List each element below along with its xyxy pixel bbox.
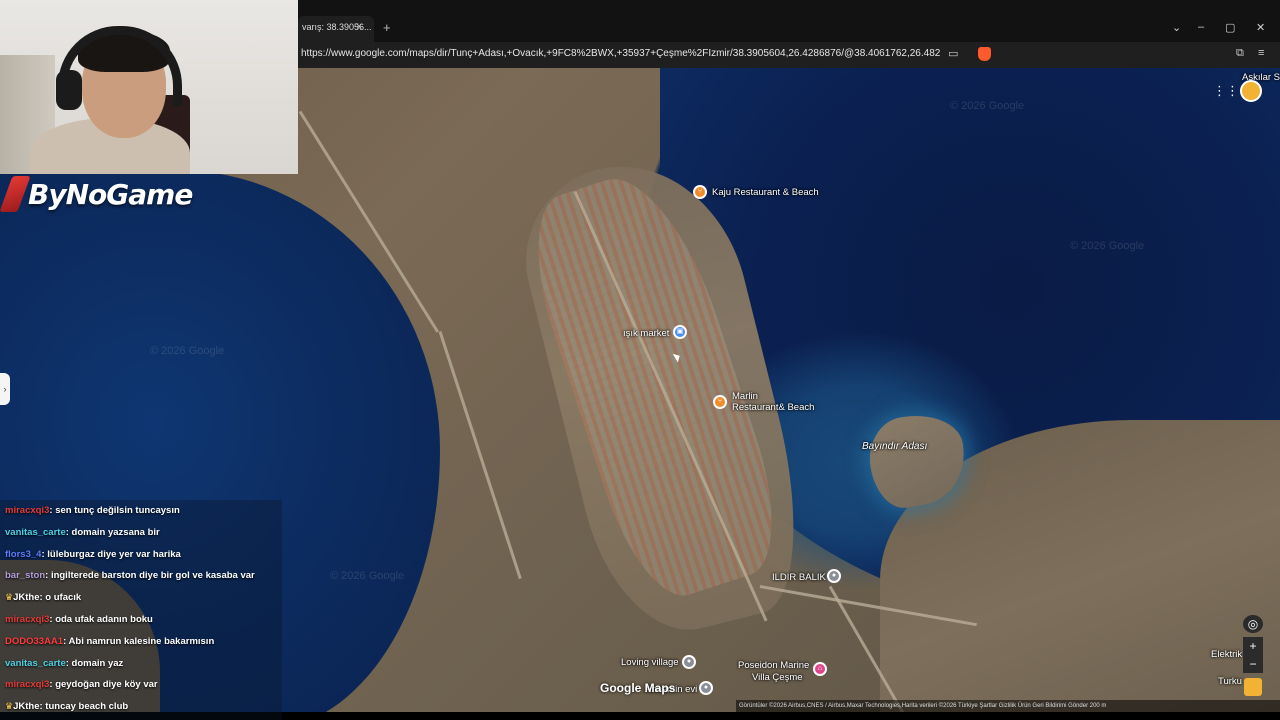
zoom-in-button[interactable]: +	[1243, 637, 1263, 655]
screen-cast-icon[interactable]: ▭	[948, 47, 958, 60]
tab-list-dropdown-icon[interactable]: ⌄	[1172, 21, 1181, 34]
profile-avatar[interactable]	[1240, 80, 1262, 102]
street-view-pegman-icon[interactable]	[1244, 678, 1262, 696]
chat-message: vanitas_carte: domain yaz	[0, 653, 282, 675]
chat-text: lüleburgaz diye yer var harika	[47, 548, 181, 560]
chat-text: sen tunç değilsin tuncaysın	[55, 505, 180, 516]
google-maps-logo: Google Maps	[600, 681, 676, 695]
chat-text: ingilterede barston diye bir gol ve kasa…	[50, 570, 255, 582]
chat-text: tuncay beach club	[45, 701, 129, 713]
chat-username[interactable]: DODO33AA1	[5, 636, 63, 647]
crown-badge-icon: ♛	[5, 592, 14, 603]
maximize-button[interactable]: ▢	[1225, 21, 1235, 34]
brave-shield-icon[interactable]	[978, 47, 991, 61]
chat-username[interactable]: miracxqi3	[5, 505, 49, 516]
side-panel-handle[interactable]: ›	[0, 373, 10, 405]
place-pin-icon[interactable]: ●	[699, 681, 713, 695]
url-field[interactable]: https://www.google.com/maps/dir/Tunç+Ada…	[301, 48, 941, 59]
place-label-turku[interactable]: Turku	[1218, 676, 1242, 687]
restaurant-pin-icon[interactable]: ⑂	[693, 185, 707, 199]
shopping-pin-icon[interactable]: ▣	[673, 325, 687, 339]
chat-message: ♛JKthe: o ufacık	[0, 587, 282, 609]
crown-badge-icon: ♛	[5, 701, 14, 712]
restaurant-pin-icon[interactable]: ⑂	[713, 395, 727, 409]
road	[438, 331, 522, 580]
chat-text: oda ufak adanın boku	[55, 613, 153, 625]
tab-close-icon[interactable]: ×	[356, 21, 362, 33]
map-attribution-footer: Görüntüler ©2026 Airbus,CNES / Airbus,Ma…	[736, 700, 1280, 712]
address-bar[interactable]: https://www.google.com/maps/dir/Tunç+Ada…	[298, 42, 1280, 68]
chat-text: domain yazsana bir	[71, 526, 160, 538]
bynogame-logo-text: ByNoGame	[28, 177, 193, 211]
chat-username[interactable]: miracxqi3	[5, 679, 49, 690]
place-label-kaju[interactable]: Kaju Restaurant & Beach	[712, 187, 819, 198]
zoom-out-button[interactable]: −	[1243, 655, 1263, 673]
place-label-poseidon[interactable]: Poseidon Marine	[738, 660, 809, 671]
bynogame-logo: ByNoGame	[0, 174, 193, 214]
place-label-elektrik[interactable]: Elektrik	[1211, 649, 1242, 660]
stream-chat: miracxqi3: sen tunç değilsin tuncaysın va…	[0, 500, 282, 720]
browser-titlebar: varış: 38.39056... × + ⌄ – ▢ ✕	[298, 0, 1280, 42]
google-apps-grid-icon[interactable]: ⋮⋮	[1213, 83, 1239, 99]
map-watermark: © 2026 Google	[150, 345, 225, 357]
minimize-button[interactable]: –	[1198, 21, 1204, 33]
chat-message: DODO33AA1: Abi namrun kalesine bakarmısı…	[0, 631, 282, 653]
chat-message: flors3_4: lüleburgaz diye yer var harika	[0, 544, 282, 566]
browser-tab[interactable]: varış: 38.39056...	[298, 16, 374, 42]
chat-username[interactable]: JKthe	[13, 592, 39, 603]
chat-username[interactable]: JKthe	[13, 701, 39, 712]
chat-text: domain yaz	[71, 657, 124, 669]
chat-text: o ufacık	[45, 592, 82, 604]
place-label-poseidon-line2[interactable]: Villa Çeşme	[752, 672, 803, 683]
my-location-icon[interactable]: ◎	[1243, 615, 1263, 633]
chat-text: Abi namrun kalesine bakarmısın	[68, 635, 215, 647]
chat-username[interactable]: vanitas_carte	[5, 527, 66, 538]
place-label-ildir-balik[interactable]: ILDIR BALIK	[772, 572, 826, 583]
place-pin-icon[interactable]: ●	[827, 569, 841, 583]
chat-message: miracxqi3: sen tunç değilsin tuncaysın	[0, 500, 282, 522]
close-window-button[interactable]: ✕	[1256, 21, 1265, 34]
hotel-pin-icon[interactable]: ⌂	[813, 662, 827, 676]
chat-username[interactable]: miracxqi3	[5, 614, 49, 625]
place-label-loving-village[interactable]: Loving village	[621, 657, 679, 668]
new-tab-button[interactable]: +	[383, 20, 391, 35]
extensions-icon[interactable]: ⧉	[1236, 47, 1244, 60]
chat-message: bar_ston: ingilterede barston diye bir g…	[0, 565, 282, 587]
chat-username[interactable]: bar_ston	[5, 570, 45, 581]
place-label-isik-market[interactable]: ışık market	[623, 328, 669, 339]
chat-message: ♛JKthe: tuncay beach club	[0, 696, 282, 718]
chat-text: geydoğan diye köy var	[55, 679, 158, 691]
place-label-marlin[interactable]: Marlin	[732, 391, 758, 402]
chat-username[interactable]: flors3_4	[5, 549, 41, 560]
place-pin-icon[interactable]: ●	[682, 655, 696, 669]
map-watermark: © 2026 Google	[330, 570, 405, 582]
place-label-marlin-line2[interactable]: Restaurant& Beach	[732, 402, 814, 413]
headphones-icon	[58, 26, 182, 106]
chat-message: miracxqi3: geydoğan diye köy var	[0, 674, 282, 696]
chat-message: vanitas_carte: domain yazsana bir	[0, 522, 282, 544]
chat-message: miracxqi3: oda ufak adanın boku	[0, 609, 282, 631]
webcam-overlay	[0, 0, 298, 174]
island-label[interactable]: Bayındır Adası	[862, 441, 927, 452]
menu-icon[interactable]: ≡	[1258, 47, 1264, 59]
map-watermark: © 2026 Google	[950, 100, 1025, 112]
map-watermark: © 2026 Google	[1070, 240, 1145, 252]
chat-username[interactable]: vanitas_carte	[5, 658, 66, 669]
